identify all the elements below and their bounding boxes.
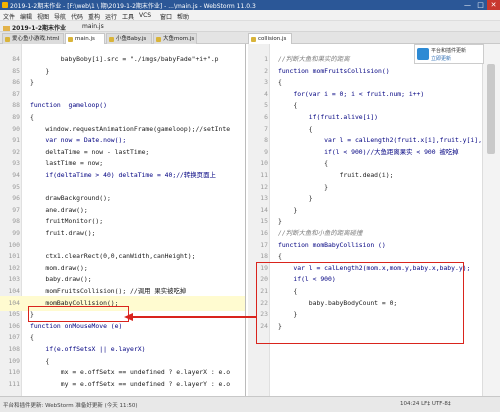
status-position: 104:24 LF‡ UTF-8‡ — [400, 401, 451, 407]
menu-code[interactable]: 代码 — [71, 12, 83, 21]
close-button[interactable]: ✕ — [487, 0, 500, 10]
update-notification[interactable]: 平台和插件更新 立即更新 — [414, 44, 484, 64]
menu-bar: 文件 编辑 视图 导航 代码 重构 运行 工具 VCS 窗口 帮助 — [0, 10, 500, 21]
breadcrumb-file[interactable]: main.js — [82, 23, 104, 30]
tab-main-js[interactable]: main.js — [65, 33, 105, 44]
js-file-icon — [68, 37, 73, 42]
tab-collision-js[interactable]: collision.js — [248, 33, 292, 44]
annotation-arrow-head — [124, 313, 133, 321]
menu-help[interactable]: 帮助 — [177, 12, 189, 21]
folder-icon — [3, 26, 10, 31]
status-bar: 平台和插件更新: WebStorm 准备好更新 (今天 11:50) 104:2… — [0, 396, 500, 412]
menu-navigate[interactable]: 导航 — [54, 12, 66, 21]
html-file-icon — [5, 37, 10, 42]
line-number: 111 — [8, 379, 20, 388]
menu-file[interactable]: 文件 — [3, 12, 15, 21]
highlight-call-box — [28, 306, 129, 322]
tab-html[interactable]: 爱心鱼小游戏.html — [2, 33, 64, 44]
code-line[interactable]: 111 my = e.offSetx == undefined ? e.laye… — [0, 377, 245, 392]
annotation-arrow — [132, 316, 256, 318]
js-file-icon — [156, 37, 161, 42]
status-message: 平台和插件更新: WebStorm 准备好更新 (今天 11:50) — [3, 403, 138, 409]
scrollbar-thumb[interactable] — [487, 64, 495, 154]
tab-baby-js[interactable]: 小鱼Baby.js — [106, 33, 152, 44]
window-title: 2019-1-2期末作业 - [F:\web\1 \ 期\2019-1-2期末作… — [10, 3, 256, 10]
webstorm-icon — [2, 2, 8, 8]
navigation-bar: 2019-1-2期末作业 main.js — [0, 21, 500, 32]
minimize-button[interactable]: — — [461, 0, 474, 10]
notification-title: 平台和插件更新 — [431, 48, 467, 54]
code-text: my = e.offSetx == undefined ? e.layerY :… — [30, 379, 231, 388]
menu-tools[interactable]: 工具 — [122, 12, 134, 21]
menu-run[interactable]: 运行 — [105, 12, 117, 21]
breadcrumb-project[interactable]: 2019-1-2期末作业 — [3, 23, 66, 32]
menu-view[interactable]: 视图 — [37, 12, 49, 21]
menu-window[interactable]: 窗口 — [160, 12, 172, 21]
menu-edit[interactable]: 编辑 — [20, 12, 32, 21]
title-bar: 2019-1-2期末作业 - [F:\web\1 \ 期\2019-1-2期末作… — [0, 0, 500, 10]
js-file-icon — [251, 37, 256, 42]
info-icon — [417, 48, 429, 60]
tab-mom-js[interactable]: 大鱼mom.js — [153, 33, 197, 44]
update-link[interactable]: 立即更新 — [431, 55, 451, 62]
maximize-button[interactable]: □ — [474, 0, 487, 10]
js-file-icon — [109, 37, 114, 42]
editor-tabs: 爱心鱼小游戏.html main.js 小鱼Baby.js 大鱼mom.js c… — [0, 32, 500, 44]
menu-refactor[interactable]: 重构 — [88, 12, 100, 21]
menu-vcs[interactable]: VCS — [139, 12, 151, 19]
vertical-scrollbar[interactable] — [482, 44, 500, 396]
left-editor-pane[interactable]: 84 babyBoby[i].src = "./imgs/babyFade"+i… — [0, 44, 246, 396]
highlight-function-box — [256, 262, 464, 344]
